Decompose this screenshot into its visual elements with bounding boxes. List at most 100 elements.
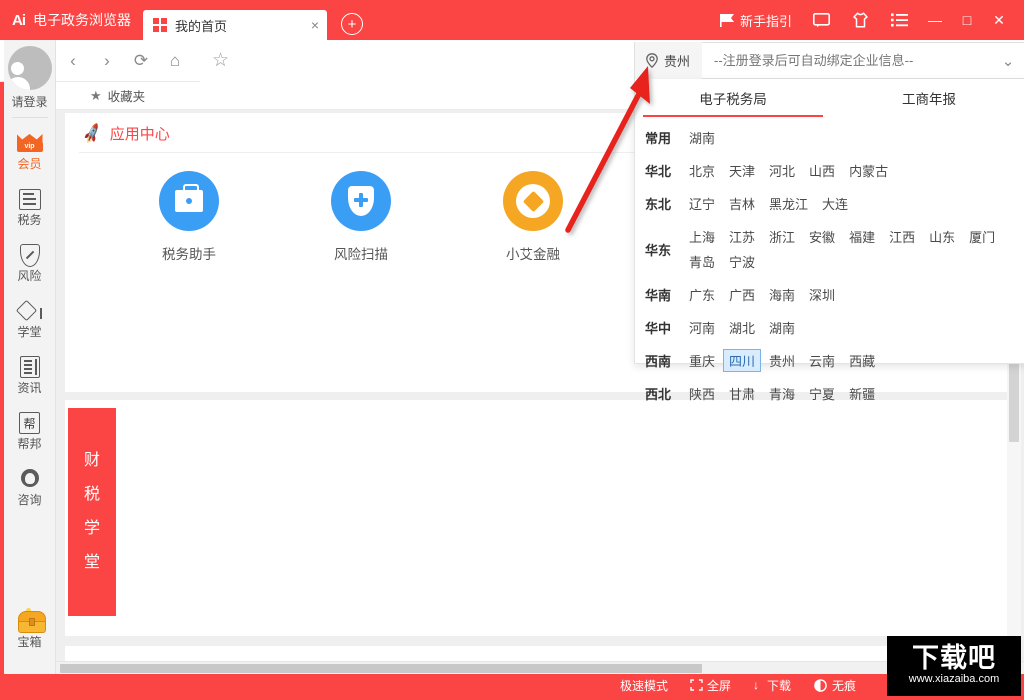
region-option[interactable]: 厦门 — [963, 225, 1001, 248]
region-option[interactable]: 河南 — [683, 316, 721, 339]
region-row-central: 华中 河南 湖北 湖南 — [639, 311, 1024, 344]
tab-etax-bureau[interactable]: 电子税务局 — [635, 79, 831, 117]
sidebar-item-school[interactable]: 学堂 — [4, 290, 56, 346]
region-option[interactable]: 广东 — [683, 283, 721, 306]
incognito-label: 无痕 — [832, 677, 856, 694]
sidebar-item-treasure[interactable]: 宝箱 — [4, 600, 56, 656]
login-label[interactable]: 请登录 — [11, 93, 47, 110]
horizontal-scrollbar[interactable] — [56, 661, 1024, 674]
region-option[interactable]: 江西 — [883, 225, 921, 248]
region-option[interactable]: 北京 — [683, 159, 721, 182]
region-option[interactable]: 青海 — [763, 382, 801, 405]
tab-annual-report[interactable]: 工商年报 — [831, 79, 1024, 117]
close-icon[interactable]: × — [311, 18, 319, 32]
promo-card: 财 税 学 堂 — [65, 400, 1019, 636]
news-icon — [17, 355, 43, 379]
app-tile-risk-scan[interactable]: 风险扫描 — [275, 171, 447, 263]
shirt-icon[interactable] — [842, 0, 879, 40]
region-option[interactable]: 黑龙江 — [763, 192, 814, 215]
region-option[interactable]: 山西 — [803, 159, 841, 182]
favorites-label[interactable]: 收藏夹 — [108, 86, 146, 105]
bookmark-star-icon[interactable]: ☆ — [212, 49, 229, 72]
favorites-star-icon: ★ — [90, 88, 102, 104]
region-option[interactable]: 吉林 — [723, 192, 761, 215]
banner-char-3: 学 — [84, 521, 100, 537]
beginner-guide-button[interactable]: 新手指引 — [711, 0, 801, 40]
region-option[interactable]: 湖北 — [723, 316, 761, 339]
home-icon[interactable]: ⌂ — [161, 47, 189, 75]
shield-plus-icon — [331, 171, 391, 231]
bang-icon: 帮 — [17, 411, 43, 435]
speed-mode-button[interactable]: 极速模式 — [620, 677, 668, 694]
region-option[interactable]: 宁波 — [723, 250, 761, 273]
region-option-hovered[interactable]: 四川 — [723, 349, 761, 372]
left-sidebar: 请登录 vip 会员 税务 风险 学堂 资讯 帮 帮邦 — [4, 40, 56, 696]
region-option[interactable]: 陕西 — [683, 382, 721, 405]
download-button[interactable]: ↓ 下载 — [753, 677, 791, 694]
account-area[interactable]: 请登录 — [8, 40, 52, 110]
region-option[interactable]: 贵州 — [763, 349, 801, 372]
refresh-icon[interactable]: ⟳ — [127, 47, 155, 75]
region-search-bar: 贵州 ⌄ — [634, 42, 1024, 79]
back-icon[interactable]: ‹ — [59, 47, 87, 75]
region-option[interactable]: 大连 — [816, 192, 854, 215]
horizontal-scrollbar-thumb[interactable] — [60, 664, 702, 673]
avatar[interactable] — [8, 46, 52, 90]
region-option[interactable]: 福建 — [843, 225, 881, 248]
chevron-down-icon[interactable]: ⌄ — [988, 52, 1024, 70]
minimize-button[interactable]: — — [920, 0, 950, 40]
app-tile-tax-assistant[interactable]: 税务助手 — [103, 171, 275, 263]
app-tile-finance[interactable]: 小艾金融 — [447, 171, 619, 263]
app-brand: Ai 电子政务浏览器 — [0, 0, 131, 40]
region-selector[interactable]: 贵州 — [635, 42, 702, 79]
list-icon[interactable] — [881, 0, 918, 40]
region-option[interactable]: 辽宁 — [683, 192, 721, 215]
region-option[interactable]: 海南 — [763, 283, 801, 306]
sidebar-item-risk[interactable]: 风险 — [4, 234, 56, 290]
maximize-button[interactable]: □ — [952, 0, 982, 40]
sidebar-item-bangbang[interactable]: 帮 帮邦 — [4, 402, 56, 458]
sidebar-label-tax: 税务 — [17, 214, 41, 226]
sidebar-item-tax[interactable]: 税务 — [4, 178, 56, 234]
region-group-label: 华中 — [645, 318, 683, 337]
region-option[interactable]: 天津 — [723, 159, 761, 182]
region-option[interactable]: 重庆 — [683, 349, 721, 372]
address-bar[interactable]: ☆ — [200, 40, 662, 82]
region-option[interactable]: 云南 — [803, 349, 841, 372]
region-option[interactable]: 上海 — [683, 225, 721, 248]
region-row-southwest: 西南 重庆 四川 贵州 云南 西藏 — [639, 344, 1024, 377]
new-tab-button[interactable]: + — [341, 13, 363, 35]
region-option[interactable]: 浙江 — [763, 225, 801, 248]
close-window-button[interactable]: ✕ — [984, 0, 1014, 40]
region-option[interactable]: 甘肃 — [723, 382, 761, 405]
region-option[interactable]: 湖南 — [683, 126, 721, 149]
vip-crown-icon: vip — [17, 131, 43, 155]
region-row-east: 华东 上海 江苏 浙江 安徽 福建 江西 山东 厦门 青岛 宁波 — [639, 220, 1024, 278]
incognito-button[interactable]: 无痕 — [813, 677, 856, 694]
region-option[interactable]: 青岛 — [683, 250, 721, 273]
fullscreen-button[interactable]: 全屏 — [690, 677, 731, 694]
company-search-input[interactable] — [702, 53, 988, 68]
beginner-guide-label: 新手指引 — [740, 11, 792, 30]
region-option[interactable]: 山东 — [923, 225, 961, 248]
region-option[interactable]: 江苏 — [723, 225, 761, 248]
region-option[interactable]: 湖南 — [763, 316, 801, 339]
region-option[interactable]: 广西 — [723, 283, 761, 306]
region-group-label: 西北 — [645, 384, 683, 403]
region-option[interactable]: 深圳 — [803, 283, 841, 306]
region-option[interactable]: 宁夏 — [803, 382, 841, 405]
region-option[interactable]: 安徽 — [803, 225, 841, 248]
sidebar-label-treasure: 宝箱 — [17, 636, 41, 648]
message-icon[interactable] — [803, 0, 840, 40]
region-option[interactable]: 新疆 — [843, 382, 881, 405]
region-option[interactable]: 内蒙古 — [843, 159, 894, 182]
browser-tab-home[interactable]: 我的首页 × — [143, 10, 327, 40]
region-option[interactable]: 河北 — [763, 159, 801, 182]
banner-char-4: 堂 — [84, 555, 100, 571]
finance-school-banner[interactable]: 财 税 学 堂 — [68, 408, 116, 616]
sidebar-item-news[interactable]: 资讯 — [4, 346, 56, 402]
sidebar-item-member[interactable]: vip 会员 — [4, 122, 56, 178]
sidebar-item-consult[interactable]: 咨询 — [4, 458, 56, 514]
region-option[interactable]: 西藏 — [843, 349, 881, 372]
forward-icon[interactable]: › — [93, 47, 121, 75]
